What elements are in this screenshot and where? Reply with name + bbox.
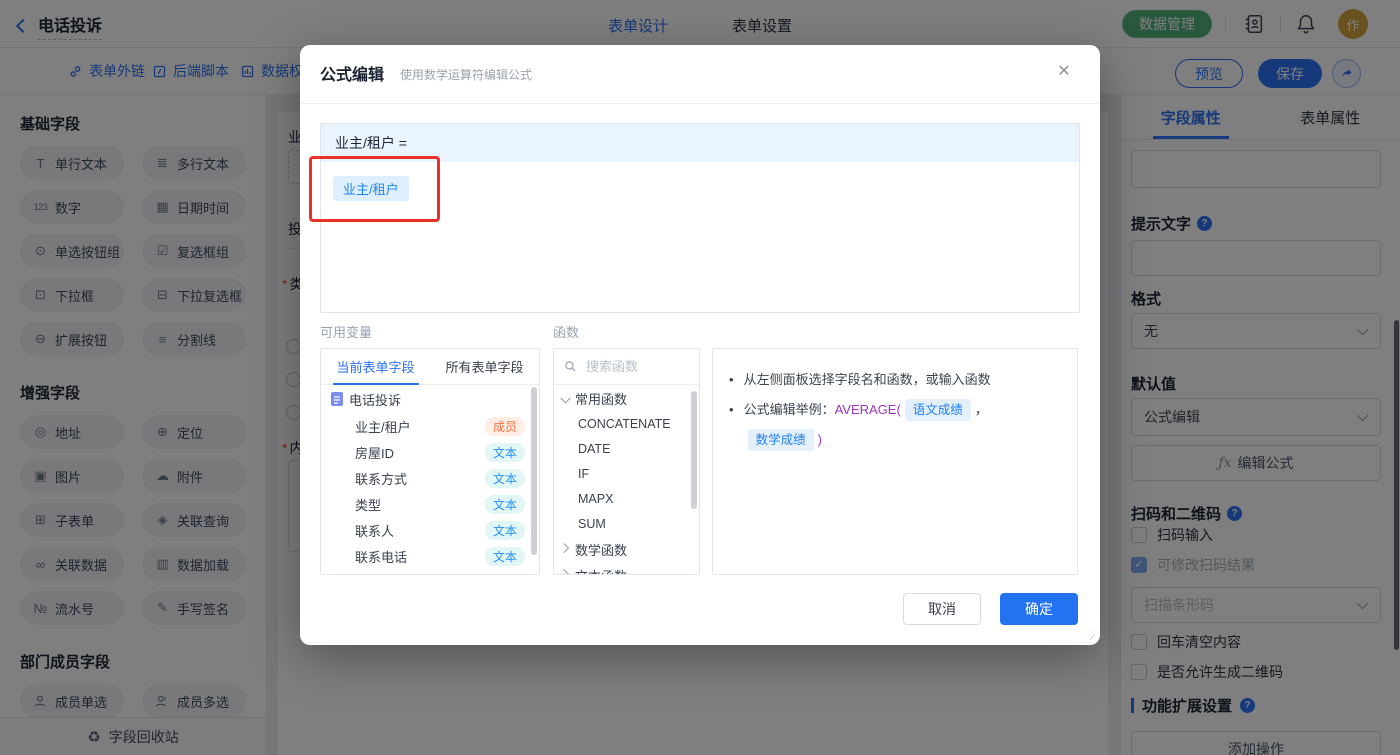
cancel-button[interactable]: 取消 — [903, 593, 981, 625]
type-badge-text: 文本 — [484, 442, 525, 462]
formula-edit-dialog: 公式编辑 使用数学运算符编辑公式 业主/租户 = 业主/租户 可用变量 当前表单… — [300, 45, 1100, 645]
example-field-tag: 数学成绩 — [747, 429, 814, 451]
function-item-if[interactable]: IF — [554, 461, 699, 486]
function-group-common[interactable]: 常用函数 — [554, 385, 699, 411]
variables-tabs: 当前表单字段 所有表单字段 — [321, 349, 539, 385]
function-search — [554, 349, 699, 385]
close-button[interactable] — [1050, 57, 1078, 85]
variable-row-contact-method[interactable]: 联系方式 文本 — [321, 465, 539, 491]
function-group-text[interactable]: 文本函数 — [554, 562, 699, 574]
variable-row-type[interactable]: 类型 文本 — [321, 491, 539, 517]
annotation-red-box — [309, 156, 440, 222]
variable-row-house-id[interactable]: 房屋ID 文本 — [321, 439, 539, 465]
chevron-right-icon — [559, 568, 570, 574]
dialog-title: 公式编辑 — [320, 67, 385, 84]
average-function-text: AVERAGE( — [834, 402, 901, 417]
help-panel: 从左侧面板选择字段名和函数，或输入函数 公式编辑举例：AVERAGE(语文成绩，… — [712, 348, 1078, 575]
tab-current-form-fields[interactable]: 当前表单字段 — [321, 349, 430, 384]
dialog-subtitle: 使用数学运算符编辑公式 — [400, 68, 533, 82]
type-badge-text: 文本 — [484, 546, 525, 566]
function-group-math[interactable]: 数学函数 — [554, 536, 699, 562]
variables-label: 可用变量 — [320, 325, 373, 340]
function-item-mapx[interactable]: MAPX — [554, 486, 699, 511]
function-item-concatenate[interactable]: CONCATENATE — [554, 411, 699, 436]
help-line-2: 公式编辑举例：AVERAGE(语文成绩，数学成绩) — [729, 395, 1061, 455]
type-badge-text: 文本 — [484, 494, 525, 514]
help-example: 公式编辑举例：AVERAGE(语文成绩，数学成绩) — [744, 395, 1061, 455]
type-badge-text: 文本 — [484, 520, 525, 540]
variable-row-contact-person[interactable]: 联系人 文本 — [321, 517, 539, 543]
confirm-button[interactable]: 确定 — [1000, 593, 1078, 625]
type-badge-member: 成员 — [484, 416, 525, 436]
tree-root-form[interactable]: 电话投诉 — [321, 385, 539, 413]
tab-all-form-fields[interactable]: 所有表单字段 — [430, 349, 539, 384]
resize-handle[interactable] — [1084, 629, 1095, 640]
chevron-down-icon — [560, 393, 571, 403]
function-item-date[interactable]: DATE — [554, 436, 699, 461]
help-line-1: 从左侧面板选择字段名和函数，或输入函数 — [729, 365, 1061, 395]
variables-scrollbar-thumb[interactable] — [531, 387, 537, 555]
form-doc-icon — [331, 392, 343, 406]
functions-panel: 常用函数 CONCATENATE DATE IF MAPX SUM 数学函数 文… — [553, 348, 700, 575]
form-designer-screen: 电话投诉 表单设计 表单设置 数据管理 — [0, 0, 1400, 755]
function-search-input[interactable] — [584, 358, 688, 375]
divider — [300, 103, 1100, 104]
variables-panel: 当前表单字段 所有表单字段 电话投诉 业主/租户 成员 房屋ID 文本 联系方式… — [320, 348, 540, 575]
example-field-tag: 语文成绩 — [904, 399, 971, 421]
functions-scrollbar-thumb[interactable] — [691, 391, 697, 509]
variable-row-contact-phone[interactable]: 联系电话 文本 — [321, 543, 539, 569]
function-item-sum[interactable]: SUM — [554, 511, 699, 536]
functions-label: 函数 — [553, 325, 580, 340]
search-icon — [564, 360, 577, 373]
variable-row-owner[interactable]: 业主/租户 成员 — [321, 413, 539, 439]
chevron-right-icon — [559, 542, 570, 553]
type-badge-text: 文本 — [484, 468, 525, 488]
